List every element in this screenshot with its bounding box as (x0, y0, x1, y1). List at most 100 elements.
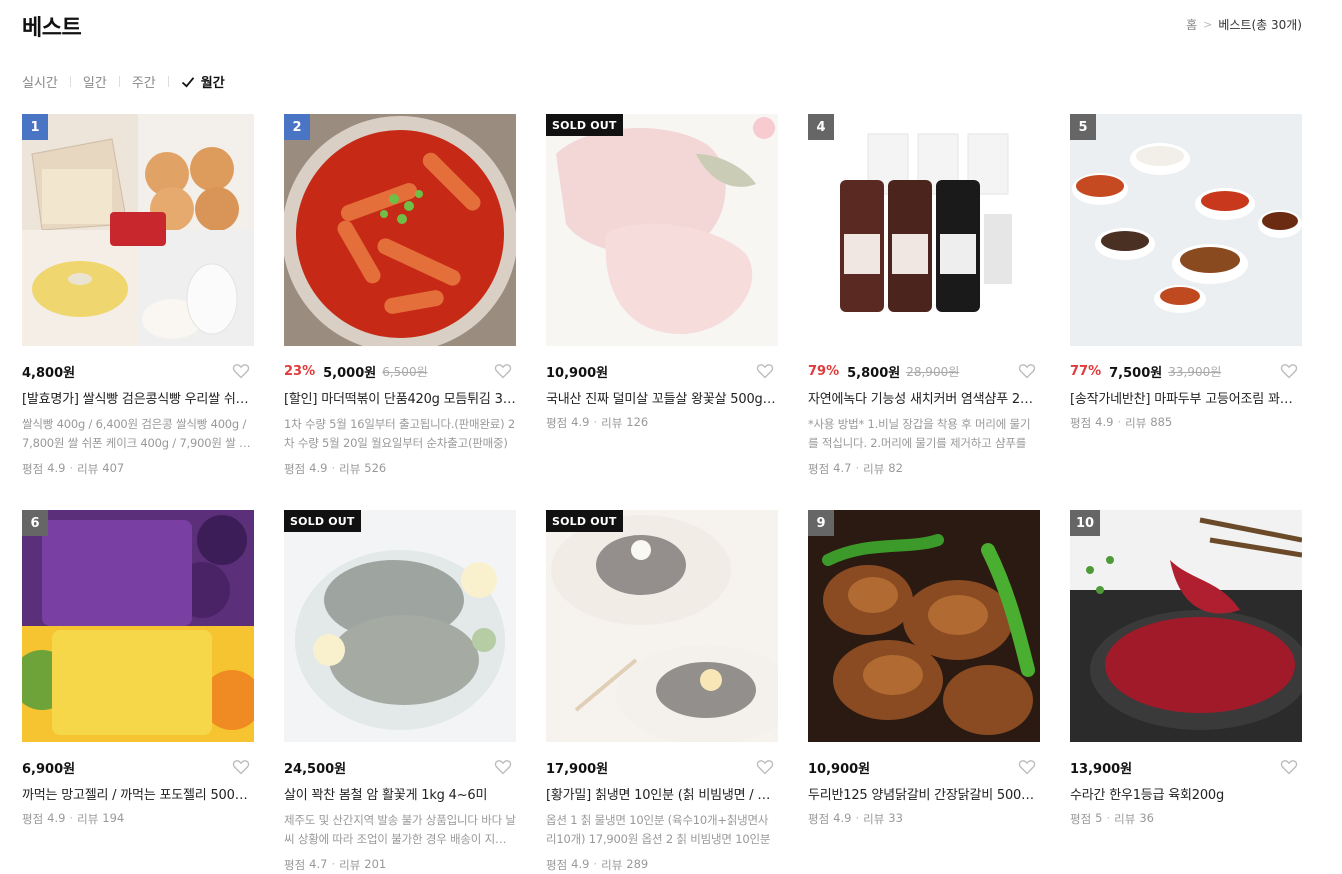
price: 6,900원 (22, 761, 76, 777)
review-label: 리뷰 (863, 812, 885, 826)
heart-icon[interactable] (232, 758, 250, 776)
tab-label: 월간 (200, 76, 225, 91)
product-grid: 1 4,800원 [발효명가] 쌀식빵 검은콩식빵 우리쌀 쉬폰 케이크 쌀식빵… (22, 114, 1302, 874)
product-image[interactable]: 2 (284, 114, 516, 346)
product-card[interactable]: 10 13,900원 수라간 한우1등급 육회200g 평점 5 · 리뷰 36 (1070, 510, 1302, 874)
product-image[interactable]: 4 (808, 114, 1040, 346)
product-image[interactable]: 9 (808, 510, 1040, 742)
heart-icon[interactable] (494, 758, 512, 776)
tab-weekly[interactable]: 주간 (132, 72, 156, 91)
price: 10,900원 (546, 365, 609, 381)
product-name[interactable]: 살이 꽉찬 봄철 암 활꽃게 1kg 4~6미 (284, 784, 516, 803)
review-count: 201 (364, 857, 387, 871)
product-card[interactable]: 6 6,900원 까먹는 망고젤리 / 까먹는 포도젤리 500g 1봉 평점 … (22, 510, 254, 874)
rank-badge: 10 (1070, 510, 1101, 536)
review-label: 리뷰 (1114, 812, 1136, 826)
review-label: 리뷰 (863, 462, 885, 476)
product-card[interactable]: SOLD OUT 10,900원 국내산 진짜 덜미살 꼬들살 왕꽃살 500g… (546, 114, 778, 510)
meta-dot: · (855, 461, 860, 475)
product-card[interactable]: SOLD OUT 17,900원 [황가밀] 칡냉면 10인분 (칡 비빔냉면 … (546, 510, 778, 874)
sold-out-badge: SOLD OUT (546, 114, 623, 136)
product-name[interactable]: [발효명가] 쌀식빵 검은콩식빵 우리쌀 쉬폰 케이크 (22, 388, 254, 407)
price-row: 24,500원 (284, 758, 516, 777)
rating-label: 평점 (22, 462, 44, 476)
dakgalbi-illustration (808, 510, 1040, 742)
price-row: 77% 7,500원 33,900원 (1070, 362, 1302, 381)
jelly-illustration (22, 510, 254, 742)
product-description: 1차 수량 5월 16일부터 출고됩니다.(판매완료) 2차 수량 5월 20일… (284, 417, 515, 450)
product-name[interactable]: [황가밀] 칡냉면 10인분 (칡 비빔냉면 / 물냉면) (546, 784, 778, 803)
price-row: 17,900원 (546, 758, 778, 777)
product-name[interactable]: [송작가네반찬] 마파두부 고등어조림 꽈리고추 (1070, 388, 1302, 407)
product-card[interactable]: 4 79% 5,800원 28,900원 자연에녹다 기능성 새치커버 염색샴푸… (808, 114, 1040, 510)
product-card[interactable]: 9 10,900원 두리반125 양념닭갈비 간장닭갈비 500g 2팩 평점 … (808, 510, 1040, 874)
heart-icon[interactable] (1280, 362, 1298, 380)
breadcrumb-home[interactable]: 홈 (1186, 16, 1197, 33)
heart-icon[interactable] (1280, 758, 1298, 776)
product-image[interactable]: 1 (22, 114, 254, 346)
heart-icon[interactable] (1018, 758, 1036, 776)
product-card[interactable]: 5 77% 7,500원 33,900원 [송작가네반찬] 마파두부 고등어조림… (1070, 114, 1302, 510)
tab-label: 일간 (82, 76, 107, 91)
side-dishes-illustration (1070, 114, 1302, 346)
rating-label: 평점 (22, 812, 44, 826)
heart-icon[interactable] (232, 362, 250, 380)
meta-dot: · (593, 415, 598, 429)
rating-value: 4.9 (571, 857, 590, 871)
price-row: 4,800원 (22, 362, 254, 381)
meta-dot: · (331, 461, 336, 475)
rating-label: 평점 (546, 858, 568, 872)
product-image[interactable]: 10 (1070, 510, 1302, 742)
meta-dot: · (69, 461, 74, 475)
discount-rate: 77% (1070, 363, 1102, 379)
discount-rate: 79% (808, 363, 840, 379)
product-card[interactable]: 1 4,800원 [발효명가] 쌀식빵 검은콩식빵 우리쌀 쉬폰 케이크 쌀식빵… (22, 114, 254, 510)
rating-label: 평점 (284, 462, 306, 476)
rating-label: 평점 (546, 416, 568, 430)
crab-illustration (284, 510, 516, 742)
heart-icon[interactable] (756, 362, 774, 380)
price-row: 6,900원 (22, 758, 254, 777)
price: 5,000원 (323, 365, 377, 381)
product-image[interactable]: SOLD OUT (284, 510, 516, 742)
product-name[interactable]: 자연에녹다 기능성 새치커버 염색샴푸 200ml (808, 388, 1040, 407)
tab-daily[interactable]: 일간 (83, 72, 107, 91)
heart-icon[interactable] (756, 758, 774, 776)
product-description: 제주도 및 산간지역 발송 불가 상품입니다 바다 날씨 상황에 따라 조업이 … (284, 813, 516, 846)
product-name[interactable]: [할인] 마더떡볶이 단품420g 모듬튀김 300g (284, 388, 516, 407)
product-meta: 평점 4.9 · 리뷰 885 (1070, 415, 1302, 431)
review-count: 33 (888, 811, 903, 825)
product-name[interactable]: 수라간 한우1등급 육회200g (1070, 784, 1302, 803)
heart-icon[interactable] (494, 362, 512, 380)
product-card[interactable]: 2 23% 5,000원 6,500원 [할인] 마더떡볶이 단품420g 모듬… (284, 114, 516, 510)
tab-divider (167, 76, 169, 87)
price: 7,500원 (1109, 365, 1163, 381)
review-count: 126 (626, 415, 649, 429)
period-tabs: 실시간 일간 주간 월간 (22, 72, 225, 91)
tab-monthly[interactable]: 월간 (181, 72, 225, 91)
product-meta: 평점 5 · 리뷰 36 (1070, 811, 1302, 827)
product-meta: 평점 4.9 · 리뷰 126 (546, 415, 778, 431)
product-name[interactable]: 국내산 진짜 덜미살 꼬들살 왕꽃살 500g 구이용 (546, 388, 778, 407)
yukhoe-illustration (1070, 510, 1302, 742)
product-card[interactable]: SOLD OUT 24,500원 살이 꽉찬 봄철 암 활꽃게 1kg 4~6미… (284, 510, 516, 874)
review-label: 리뷰 (1125, 416, 1147, 430)
product-image[interactable]: 6 (22, 510, 254, 742)
review-label: 리뷰 (339, 858, 361, 872)
meta-dot: · (1117, 415, 1122, 429)
rank-badge: 1 (22, 114, 48, 140)
heart-icon[interactable] (1018, 362, 1036, 380)
price-row: 10,900원 (546, 362, 778, 381)
tab-realtime[interactable]: 실시간 (22, 72, 58, 91)
product-meta: 평점 4.9 · 리뷰 194 (22, 811, 254, 827)
product-name[interactable]: 두리반125 양념닭갈비 간장닭갈비 500g 2팩 (808, 784, 1040, 803)
price-row: 79% 5,800원 28,900원 (808, 362, 1040, 381)
product-name[interactable]: 까먹는 망고젤리 / 까먹는 포도젤리 500g 1봉 (22, 784, 254, 803)
review-label: 리뷰 (339, 462, 361, 476)
product-image[interactable]: SOLD OUT (546, 510, 778, 742)
rating-value: 5 (1095, 811, 1103, 825)
product-image[interactable]: 5 (1070, 114, 1302, 346)
review-count: 194 (102, 811, 125, 825)
product-image[interactable]: SOLD OUT (546, 114, 778, 346)
price-row: 13,900원 (1070, 758, 1302, 777)
